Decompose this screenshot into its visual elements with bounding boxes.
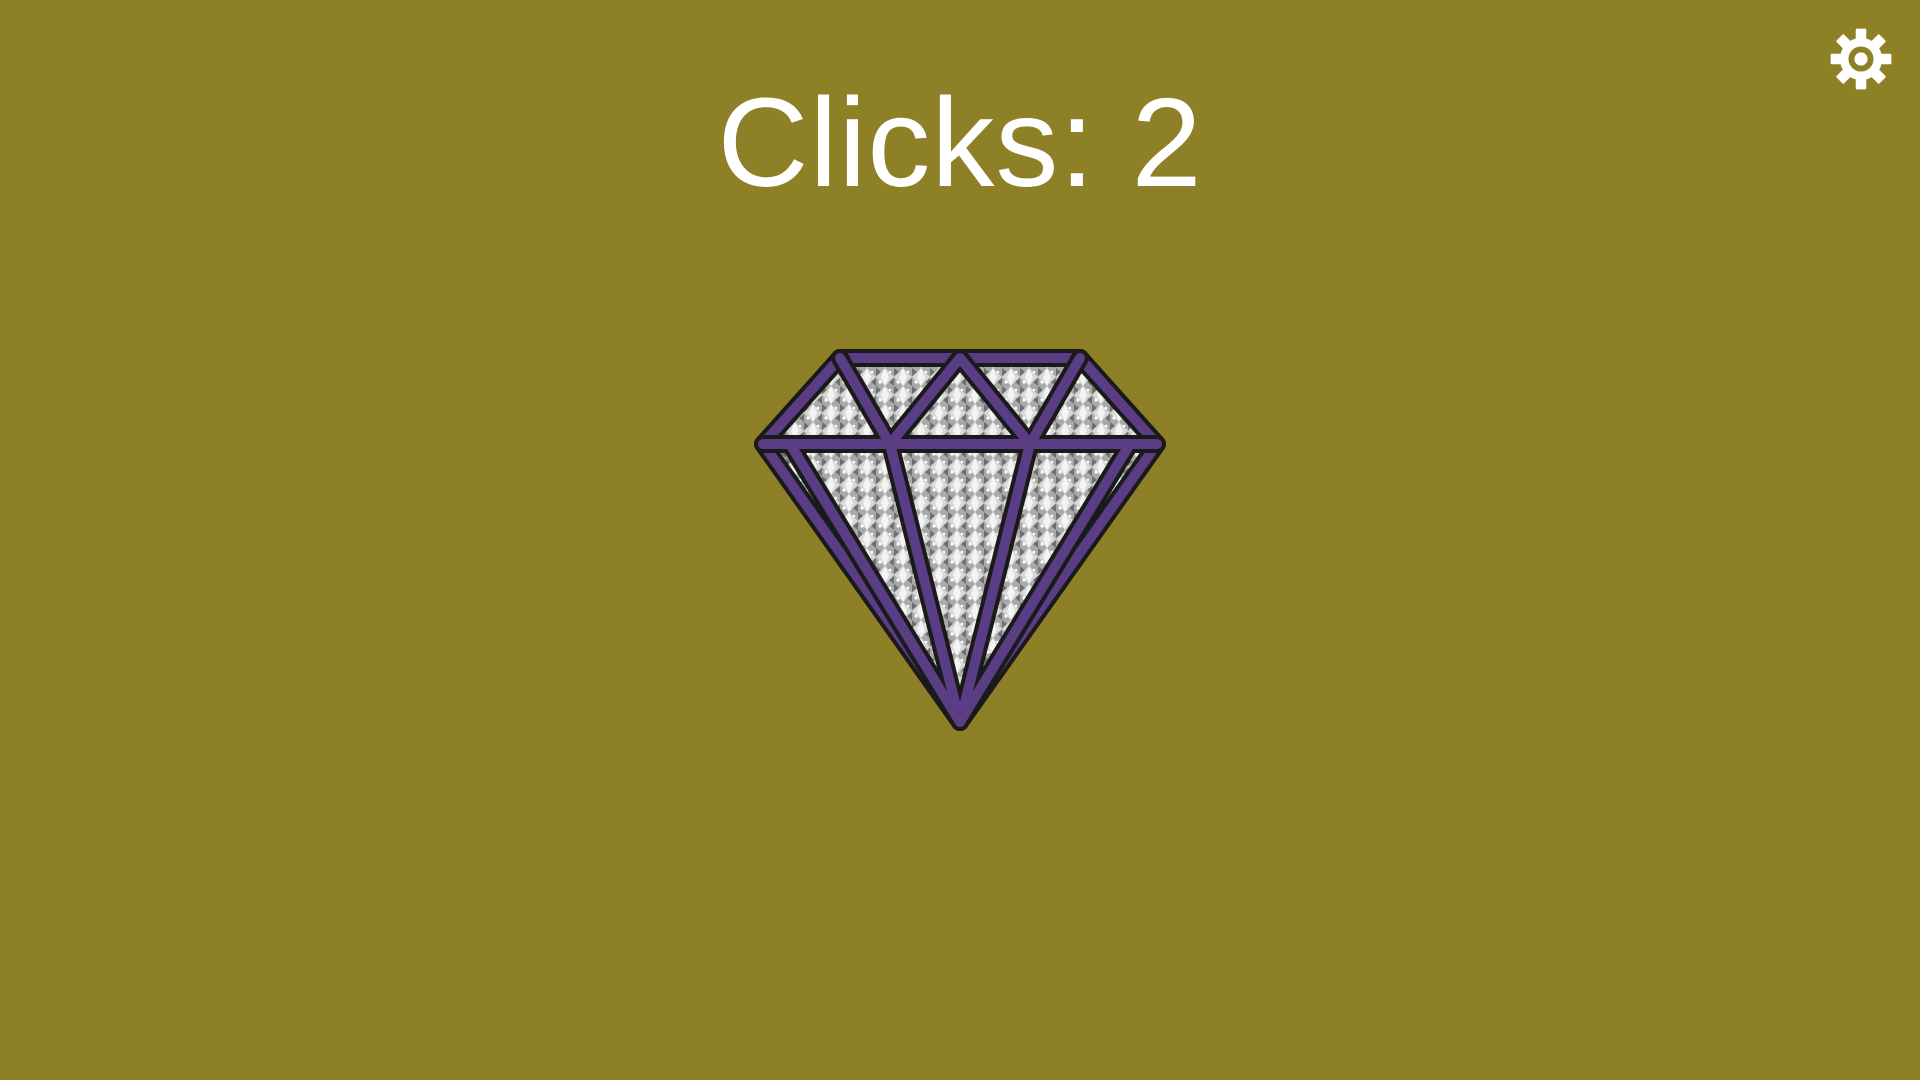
game-screen: Clicks: 2 [0, 0, 1920, 1080]
clicks-counter: Clicks: 2 [717, 72, 1203, 213]
settings-button[interactable] [1828, 26, 1894, 92]
gear-icon [1830, 28, 1892, 90]
diamond-clicker[interactable] [750, 349, 1170, 731]
diamond-icon [754, 349, 1166, 731]
